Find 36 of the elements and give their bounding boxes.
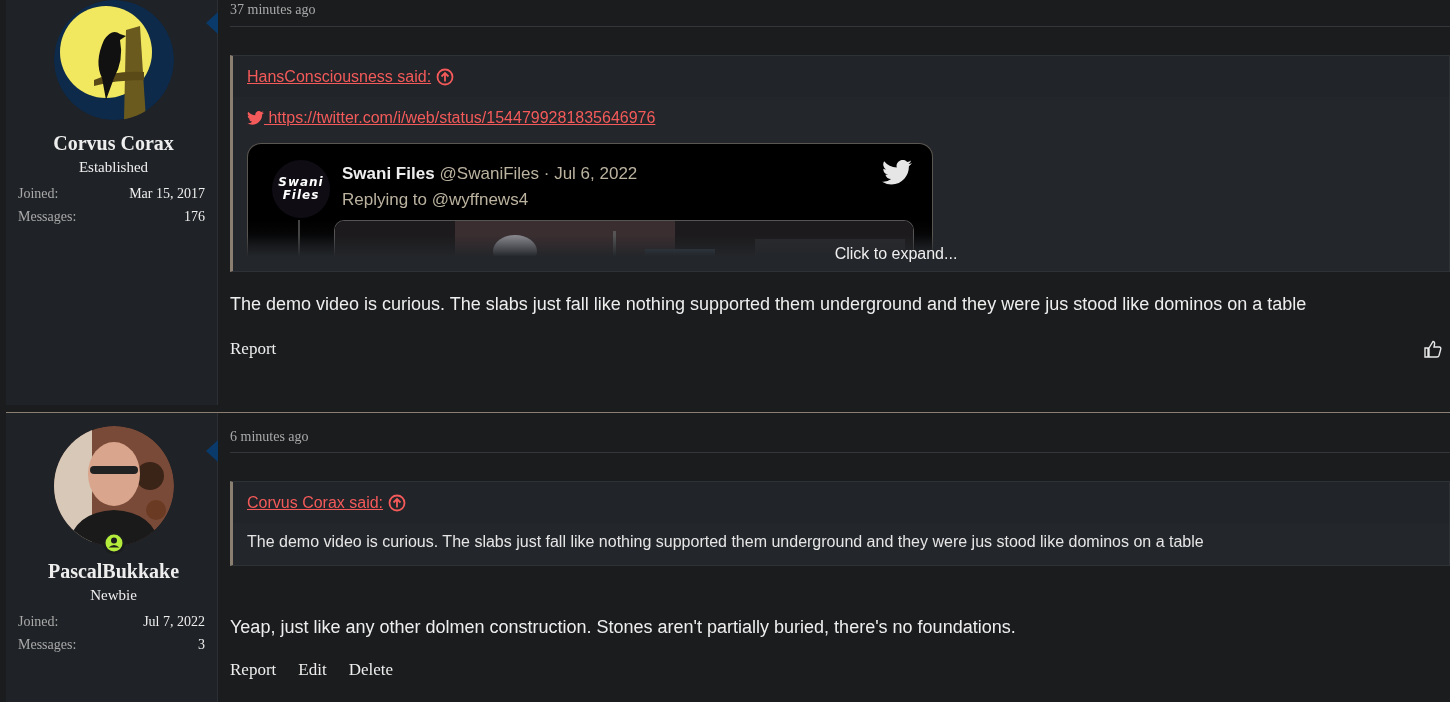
pointer-arrow-icon [206,440,218,462]
post-text: The demo video is curious. The slabs just fall like nothing supported them underground and they were jus stood like dominos on a table [230,293,1308,315]
stat-label: Joined: [18,185,59,203]
post-text: Yeap, just like any other dolmen construction. Stones aren't partially buried, there's no foundations. [230,616,1017,638]
quote-author-link[interactable]: Corvus Corax said: [247,493,384,512]
action-link[interactable]: Report [230,660,277,680]
expand-link[interactable]: Click to expand... [834,245,958,263]
user-title: Established [77,159,150,176]
quote-text: The demo video is curious. The slabs just fall like nothing supported them underground and they were jus stood like dominos on a table [247,532,1205,552]
stat-value: 3 [198,636,205,654]
stat-label: Messages: [18,208,77,226]
action-link[interactable]: Delete [348,660,393,680]
tweet-avatar[interactable]: Swani Files [272,160,330,218]
user-title: Newbie [89,587,138,604]
tweet-meta: @SwaniFiles · Jul 6, 2022 [439,164,638,184]
pointer-arrow-icon [206,12,218,34]
post-time[interactable]: 37 minutes ago [230,0,1450,27]
user-name[interactable]: Corvus Corax [22,132,205,155]
stat-value: 176 [184,208,205,226]
tweet-reply: Replying to @wyffnews4 [342,190,530,210]
bird-icon[interactable] [882,160,912,185]
stat-label: Messages: [18,636,77,654]
stat-value: Jul 7, 2022 [143,613,205,631]
stat-value: Mar 15, 2017 [129,185,205,203]
quote-author-link[interactable]: HansConsciousness said: [247,67,432,86]
jump-up-icon[interactable] [436,67,455,86]
jump-up-icon[interactable] [388,493,407,512]
action-link[interactable]: Report [230,339,277,359]
tweet-author[interactable]: Swani Files [342,164,435,184]
online-status-icon [102,532,125,554]
post-time[interactable]: 6 minutes ago [230,428,1450,453]
stat-label: Joined: [18,613,59,631]
action-link[interactable]: Edit [298,660,327,680]
thumbs-up-icon[interactable] [1424,340,1442,358]
tweet-link[interactable]: https://twitter.com/i/web/status/1544799281835646976 [264,109,656,127]
user-name[interactable]: PascalBukkake [22,560,205,583]
